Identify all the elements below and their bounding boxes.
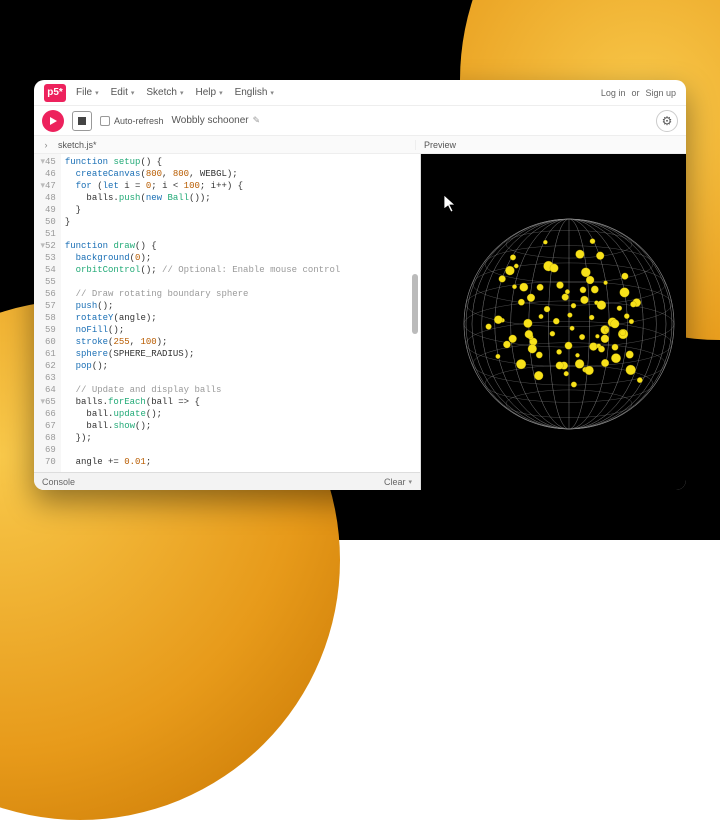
menu-edit[interactable]: Edit▾ xyxy=(111,87,135,98)
menu-help[interactable]: Help▾ xyxy=(195,87,222,98)
checkbox-icon xyxy=(100,116,110,126)
line-gutter: ▾45 46▾47 48 49 50 51▾52 53 54 55 56 57 … xyxy=(34,154,61,472)
autorefresh-label: Auto-refresh xyxy=(114,116,164,126)
preview-sphere-render xyxy=(421,154,686,474)
preview-column xyxy=(421,154,686,490)
caret-down-icon: ▾ xyxy=(270,89,274,97)
editor-window: p5* File▾ Edit▾ Sketch▾ Help▾ English▾ L… xyxy=(34,80,686,490)
preview-header-label: Preview xyxy=(415,140,680,150)
console-clear-label: Clear xyxy=(384,477,406,487)
caret-down-icon: ▾ xyxy=(408,478,412,486)
menu-edit-label: Edit xyxy=(111,87,128,98)
workarea: ▾45 46▾47 48 49 50 51▾52 53 54 55 56 57 … xyxy=(34,154,686,490)
menu-file-label: File xyxy=(76,87,92,98)
gear-icon: ⚙ xyxy=(662,114,673,128)
caret-down-icon: ▾ xyxy=(180,89,184,97)
menu-file[interactable]: File▾ xyxy=(76,87,99,98)
login-link[interactable]: Log in xyxy=(601,88,626,98)
menu-language[interactable]: English▾ xyxy=(235,87,274,98)
toolbar: Auto-refresh Wobbly schooner ✎ ⚙ xyxy=(34,106,686,136)
play-icon xyxy=(48,116,58,126)
menu-sketch[interactable]: Sketch▾ xyxy=(146,87,183,98)
top-menu-bar: p5* File▾ Edit▾ Sketch▾ Help▾ English▾ L… xyxy=(34,80,686,106)
autorefresh-toggle[interactable]: Auto-refresh xyxy=(100,116,164,126)
console-label: Console xyxy=(42,477,75,487)
preview-canvas[interactable] xyxy=(421,154,686,490)
auth-or: or xyxy=(631,88,639,98)
caret-down-icon: ▾ xyxy=(95,89,99,97)
stop-icon xyxy=(78,117,86,125)
console-clear-button[interactable]: Clear ▾ xyxy=(384,477,412,487)
p5-logo: p5* xyxy=(44,84,66,102)
menu-help-label: Help xyxy=(195,87,216,98)
editor-scrollbar[interactable] xyxy=(412,274,418,334)
play-button[interactable] xyxy=(42,110,64,132)
console-bar: Console Clear ▾ xyxy=(34,472,420,490)
settings-button[interactable]: ⚙ xyxy=(656,110,678,132)
auth-links: Log in or Sign up xyxy=(601,88,676,98)
caret-down-icon: ▾ xyxy=(131,89,135,97)
file-tab-sketch[interactable]: sketch.js* xyxy=(52,140,103,150)
signup-link[interactable]: Sign up xyxy=(645,88,676,98)
stop-button[interactable] xyxy=(72,111,92,131)
code-editor[interactable]: ▾45 46▾47 48 49 50 51▾52 53 54 55 56 57 … xyxy=(34,154,420,472)
menu-group: File▾ Edit▾ Sketch▾ Help▾ English▾ xyxy=(76,87,274,98)
menu-language-label: English xyxy=(235,87,268,98)
editor-column: ▾45 46▾47 48 49 50 51▾52 53 54 55 56 57 … xyxy=(34,154,421,490)
sketch-name-text: Wobbly schooner xyxy=(172,115,249,126)
sidebar-toggle[interactable]: › xyxy=(40,140,52,150)
menu-sketch-label: Sketch xyxy=(146,87,177,98)
code-lines: function setup() { createCanvas(800, 800… xyxy=(61,154,344,472)
caret-down-icon: ▾ xyxy=(219,89,223,97)
file-tabs-row: › sketch.js* Preview xyxy=(34,136,686,154)
pencil-icon: ✎ xyxy=(253,115,261,126)
sketch-name[interactable]: Wobbly schooner ✎ xyxy=(172,115,261,126)
